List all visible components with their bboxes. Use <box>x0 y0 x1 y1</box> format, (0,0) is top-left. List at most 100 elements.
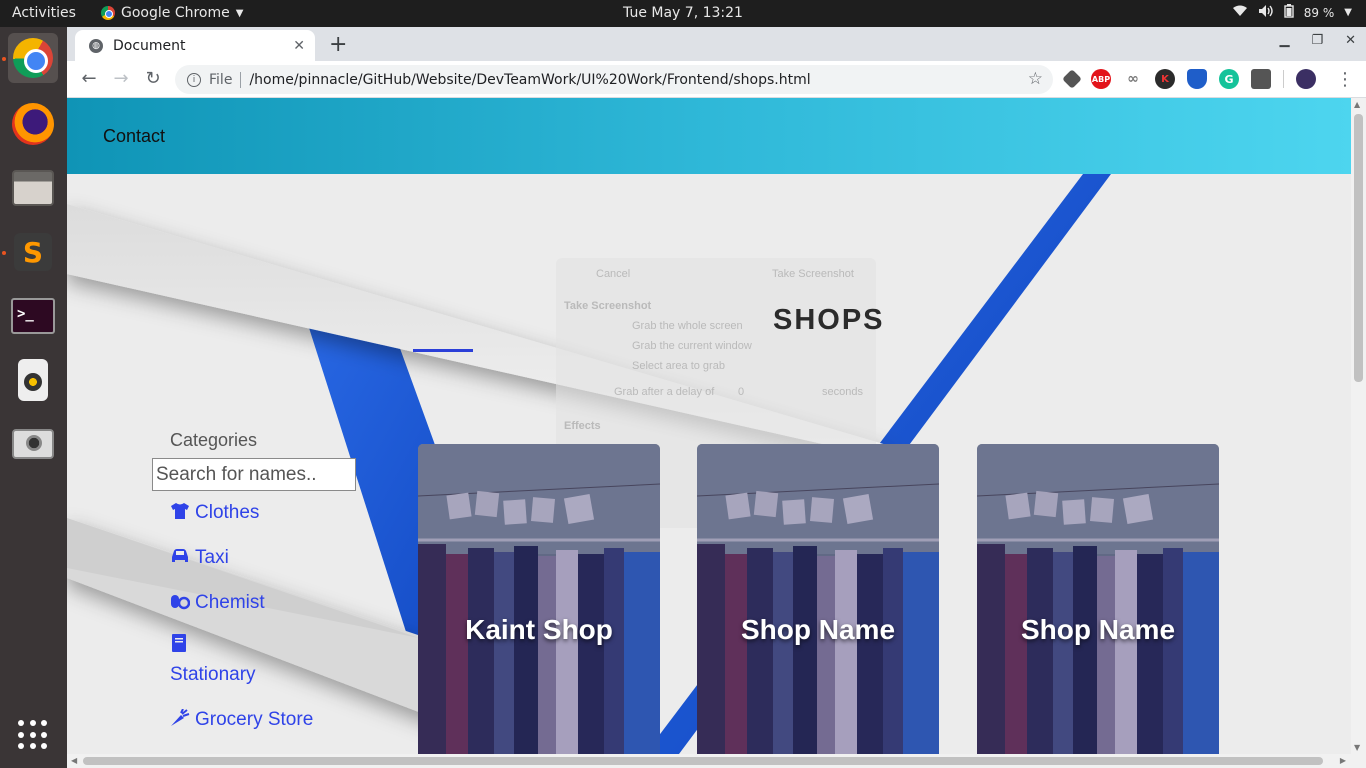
info-icon[interactable]: i <box>187 72 201 87</box>
globe-icon: ◍ <box>89 38 103 53</box>
layers-extension-icon[interactable] <box>1062 69 1082 89</box>
shop-name: Shop Name <box>740 614 896 645</box>
reload-icon[interactable]: ↻ <box>141 67 165 91</box>
k-extension-icon[interactable]: K <box>1155 69 1175 89</box>
ghost-take-screenshot: Take Screenshot <box>772 268 854 280</box>
shop-card[interactable]: Shop Name <box>697 444 939 754</box>
window-controls: ▁ ❐ ✕ <box>1279 33 1356 48</box>
category-label: Stationary <box>170 664 256 685</box>
clothing-rack-photo <box>418 444 660 754</box>
category-chemist[interactable]: Chemist <box>170 589 320 616</box>
dock-files[interactable] <box>8 163 58 213</box>
search-input[interactable] <box>152 458 356 491</box>
battery-icon <box>1284 4 1294 21</box>
system-top-bar: Activities Google Chrome ▼ Tue May 7, 13… <box>0 0 1366 27</box>
volume-icon <box>1258 4 1274 21</box>
horizontal-scroll-thumb[interactable] <box>83 757 1323 765</box>
files-icon <box>12 170 54 206</box>
glasses-extension-icon[interactable]: ∞ <box>1123 69 1143 89</box>
category-clothes[interactable]: Clothes <box>170 499 320 526</box>
camera-icon <box>12 429 54 459</box>
running-indicator <box>2 251 6 255</box>
category-grocery-store[interactable]: Grocery Store <box>170 706 320 733</box>
show-applications-icon[interactable] <box>18 720 48 750</box>
categories-heading: Categories <box>170 430 258 450</box>
dock-terminal[interactable]: >_ <box>8 291 58 341</box>
launcher-dock: S >_ <box>0 27 67 768</box>
close-window-icon[interactable]: ✕ <box>1345 33 1356 48</box>
dock-firefox[interactable] <box>8 99 58 149</box>
clothing-rack-photo <box>977 444 1219 754</box>
dock-sublime[interactable]: S <box>8 227 58 277</box>
ghost-opt2: Grab the current window <box>632 340 752 352</box>
nav-contact-link[interactable]: Contact <box>103 126 165 147</box>
scroll-down-icon[interactable]: ▼ <box>1354 743 1360 752</box>
wifi-icon <box>1232 5 1248 20</box>
battery-level: 89 % <box>1303 5 1335 20</box>
scroll-right-icon[interactable]: ▶ <box>1340 756 1346 765</box>
url-text[interactable]: /home/pinnacle/GitHub/Website/DevTeamWor… <box>249 72 810 88</box>
speaker-icon <box>18 359 48 401</box>
minimize-icon[interactable]: ▁ <box>1279 33 1289 48</box>
back-arrow-icon[interactable]: ← <box>77 67 101 91</box>
browser-toolbar: ← → ↻ i File /home/pinnacle/GitHub/Websi… <box>67 61 1366 98</box>
tab-document[interactable]: ◍ Document ✕ <box>75 30 315 61</box>
lock-extension-icon[interactable] <box>1251 69 1271 89</box>
scroll-up-icon[interactable]: ▲ <box>1354 100 1360 109</box>
page-title: SHOPS <box>773 304 885 336</box>
new-tab-button[interactable]: + <box>329 32 347 57</box>
url-separator <box>240 71 242 88</box>
dock-rhythmbox[interactable] <box>8 355 58 405</box>
dock-screenshot[interactable] <box>8 419 58 469</box>
chrome-icon <box>13 38 53 78</box>
ghost-delay-value: 0 <box>738 386 745 398</box>
tshirt-icon <box>171 503 189 519</box>
tab-strip: ◍ Document ✕ + ▁ ❐ ✕ <box>67 27 1366 61</box>
category-label: Grocery Store <box>195 709 314 730</box>
car-icon <box>172 549 188 562</box>
terminal-icon: >_ <box>11 298 55 334</box>
shop-card[interactable]: Shop Name <box>977 444 1219 754</box>
category-taxi[interactable]: Taxi <box>170 544 320 571</box>
running-indicator <box>2 57 6 61</box>
more-menu-icon[interactable]: ⋮ <box>1336 69 1354 90</box>
system-tray[interactable]: 89 % ▼ <box>1232 4 1352 21</box>
profile-avatar[interactable] <box>1296 69 1316 89</box>
pills-icon <box>171 595 191 610</box>
title-underline <box>413 349 473 352</box>
restore-icon[interactable]: ❐ <box>1311 33 1323 48</box>
adblock-icon[interactable]: ABP <box>1091 69 1111 89</box>
horizontal-scrollbar[interactable]: ◀ ▶ <box>67 754 1366 768</box>
url-scheme: File <box>209 71 233 88</box>
vertical-scroll-thumb[interactable] <box>1354 114 1363 382</box>
shop-card[interactable]: Kaint Shop <box>418 444 660 754</box>
bookmark-star-icon[interactable]: ☆ <box>1028 69 1043 89</box>
clothing-rack-photo <box>697 444 939 754</box>
category-label: Chemist <box>195 592 265 613</box>
shop-name: Shop Name <box>1020 614 1176 645</box>
shield-extension-icon[interactable] <box>1187 69 1207 89</box>
book-icon <box>172 634 186 652</box>
ghost-delay: Grab after a delay of <box>614 386 715 398</box>
carrot-icon <box>171 708 190 726</box>
address-bar[interactable]: i File /home/pinnacle/GitHub/Website/Dev… <box>175 65 1053 94</box>
toolbar-divider <box>1283 70 1284 88</box>
site-header: Contact <box>67 98 1351 174</box>
sublime-text-icon: S <box>14 233 52 271</box>
ghost-opt1: Grab the whole screen <box>632 320 743 332</box>
ghost-seconds: seconds <box>822 386 863 398</box>
category-label: Clothes <box>195 502 260 523</box>
clock[interactable]: Tue May 7, 13:21 <box>0 5 1366 21</box>
category-stationary[interactable]: Stationary <box>170 634 320 688</box>
scroll-left-icon[interactable]: ◀ <box>71 756 77 765</box>
ghost-cancel: Cancel <box>596 268 631 280</box>
ghost-opt3: Select area to grab <box>632 360 725 372</box>
dock-chrome[interactable] <box>8 33 58 83</box>
vertical-scrollbar[interactable]: ▲ ▼ <box>1351 98 1366 754</box>
category-label: Taxi <box>195 547 229 568</box>
grammarly-icon[interactable]: G <box>1219 69 1239 89</box>
close-tab-icon[interactable]: ✕ <box>293 38 305 54</box>
ghost-effects: Effects <box>564 420 601 432</box>
page-viewport: Cancel Take Screenshot Take Screenshot G… <box>67 98 1351 754</box>
forward-arrow-icon[interactable]: → <box>109 67 133 91</box>
